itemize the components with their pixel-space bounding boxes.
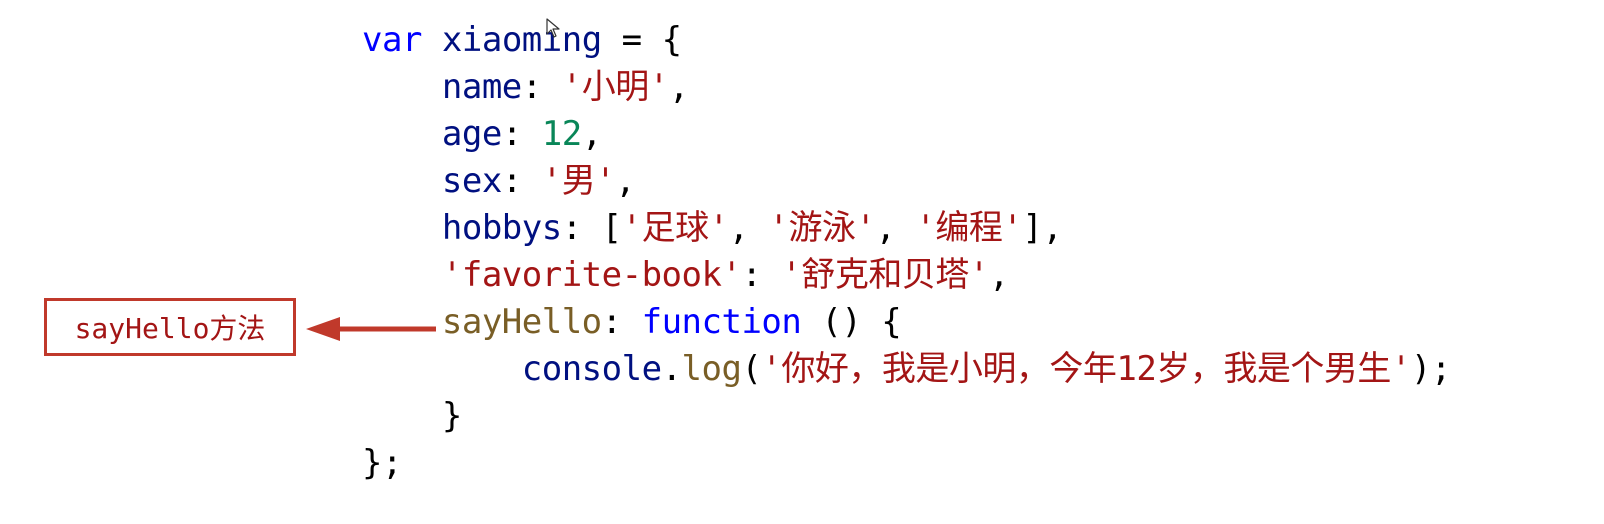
code-token: '舒克和贝塔' <box>781 255 989 295</box>
callout-label: sayHello方法 <box>74 312 266 345</box>
code-token: ], <box>1022 208 1063 248</box>
code-token: : [ <box>561 208 622 248</box>
code-token: = { <box>601 20 682 60</box>
code-token: hobbys <box>441 208 562 248</box>
code-line: 'favorite-book': '舒克和贝塔', <box>362 252 1451 299</box>
code-token: : <box>601 302 642 342</box>
code-line: name: '小明', <box>362 64 1451 111</box>
code-line: console.log('你好，我是小明，今年12岁，我是个男生'); <box>362 346 1452 393</box>
code-token: age <box>441 114 502 154</box>
code-token: name <box>441 67 522 107</box>
code-token: console <box>521 349 662 389</box>
code-token: ); <box>1410 349 1451 389</box>
code-token: function <box>641 302 802 342</box>
code-line: hobbys: ['足球', '游泳', '编程'], <box>362 205 1451 252</box>
code-line: }; <box>362 440 1451 487</box>
code-line: age: 12, <box>362 111 1451 158</box>
code-token: var <box>362 20 422 60</box>
code-token: 'favorite-book' <box>441 255 742 295</box>
left-arrow-icon <box>306 317 436 341</box>
code-line: sex: '男', <box>362 158 1451 205</box>
code-token: xiaoming <box>441 20 602 60</box>
code-token: 12 <box>541 114 582 154</box>
code-token: , <box>668 67 689 107</box>
code-token: sayHello <box>441 302 602 342</box>
code-line: } <box>362 393 1451 440</box>
code-token: } <box>441 396 462 436</box>
code-token: '游泳' <box>768 208 876 248</box>
code-token: '男' <box>541 161 616 201</box>
code-token: () { <box>801 302 902 342</box>
code-token: sex <box>441 161 502 201</box>
code-token: : <box>521 67 562 107</box>
code-token: }; <box>362 443 402 483</box>
code-token: , <box>581 114 602 154</box>
code-token: '小明' <box>561 67 669 107</box>
code-token: , <box>875 208 916 248</box>
code-line: sayHello: function () { <box>362 299 1451 346</box>
code-token: , <box>615 161 636 201</box>
code-token: . <box>661 349 682 389</box>
code-token: '你好，我是小明，今年12岁，我是个男生' <box>761 349 1411 389</box>
mouse-pointer-icon <box>546 18 560 38</box>
code-token: '编程' <box>915 208 1023 248</box>
code-token: : <box>741 255 782 295</box>
code-token: : <box>501 161 542 201</box>
code-token: log <box>681 349 742 389</box>
code-block: var xiaoming = { name: '小明', age: 12, se… <box>362 17 1451 487</box>
code-token: '足球' <box>621 208 729 248</box>
code-line: var xiaoming = { <box>362 17 1451 64</box>
code-token: , <box>988 255 1009 295</box>
annotation-callout: sayHello方法 <box>44 298 296 356</box>
code-token: , <box>728 208 769 248</box>
code-token: ( <box>741 349 762 389</box>
code-token: : <box>501 114 542 154</box>
